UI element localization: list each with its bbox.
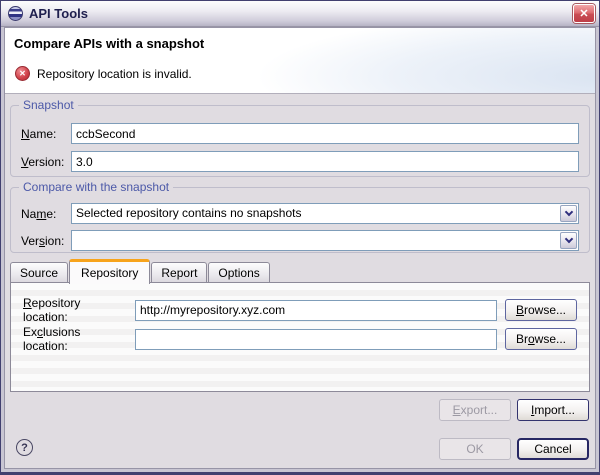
help-icon[interactable]: ? xyxy=(16,439,33,456)
close-icon[interactable]: ✕ xyxy=(573,4,595,23)
ok-button: OK xyxy=(439,438,511,460)
compare-version-value xyxy=(72,231,559,250)
export-button: Export... xyxy=(439,399,511,421)
titlebar: API Tools ✕ xyxy=(1,1,599,27)
exclusions-location-row: Exclusions location: Browse... xyxy=(23,325,577,353)
window-title: API Tools xyxy=(29,6,88,21)
browse-exclusions-button[interactable]: Browse... xyxy=(504,328,577,350)
snapshot-name-input[interactable] xyxy=(71,123,579,144)
tab-options[interactable]: Options xyxy=(208,262,270,283)
dialog-body: Compare APIs with a snapshot ✕ Repositor… xyxy=(4,27,596,469)
tab-repository[interactable]: Repository xyxy=(69,259,151,284)
tab-source[interactable]: Source xyxy=(10,262,69,283)
chevron-down-icon xyxy=(564,207,573,217)
compare-name-value: Selected repository contains no snapshot… xyxy=(76,206,302,220)
compare-version-dropdown-button[interactable] xyxy=(560,232,577,249)
error-message-row: ✕ Repository location is invalid. xyxy=(15,66,192,81)
snapshot-name-row: Name: xyxy=(21,123,579,144)
repository-location-label: Repository location: xyxy=(23,296,81,324)
chevron-down-icon xyxy=(564,234,573,244)
compare-name-dropdown-button[interactable] xyxy=(560,205,577,222)
tab-bar: Source Repository Report Options xyxy=(10,258,270,284)
compare-name-combobox[interactable]: Selected repository contains no snapshot… xyxy=(71,203,579,224)
snapshot-group-title: Snapshot xyxy=(19,98,78,112)
page-title: Compare APIs with a snapshot xyxy=(14,36,205,51)
exclusions-location-label: Exclusions location: xyxy=(23,325,81,353)
repository-location-row: Repository location: Browse... xyxy=(23,296,577,324)
compare-version-label: Version: xyxy=(21,233,65,248)
browse-repository-button[interactable]: Browse... xyxy=(504,299,577,321)
compare-name-row: Name: Selected repository contains no sn… xyxy=(21,203,579,224)
exclusions-location-input[interactable] xyxy=(135,328,497,350)
snapshot-version-label: Version: xyxy=(21,154,65,169)
error-icon: ✕ xyxy=(15,66,30,81)
header-banner: Compare APIs with a snapshot ✕ Repositor… xyxy=(5,28,595,94)
snapshot-group: Snapshot Name: Version: xyxy=(10,98,590,177)
repository-location-input[interactable] xyxy=(135,299,497,321)
snapshot-version-row: Version: xyxy=(21,151,579,172)
snapshot-name-label: Name: xyxy=(21,126,57,141)
import-button[interactable]: Import... xyxy=(517,399,589,421)
compare-group: Compare with the snapshot Name: Selected… xyxy=(10,180,590,253)
compare-version-combobox[interactable] xyxy=(71,230,579,251)
ok-cancel-row: OK Cancel xyxy=(439,438,589,460)
compare-group-title: Compare with the snapshot xyxy=(19,180,174,194)
export-import-row: Export... Import... xyxy=(439,399,589,421)
tab-report[interactable]: Report xyxy=(151,262,208,283)
snapshot-version-input[interactable] xyxy=(71,151,579,172)
repository-tab-panel: Repository location: Browse... Exclusion… xyxy=(10,282,590,392)
compare-version-row: Version: xyxy=(21,230,579,251)
cancel-button[interactable]: Cancel xyxy=(517,438,589,460)
error-message: Repository location is invalid. xyxy=(37,66,192,81)
compare-name-label: Name: xyxy=(21,206,57,221)
eclipse-app-icon xyxy=(8,6,23,21)
api-tools-dialog: API Tools ✕ Compare APIs with a snapshot… xyxy=(0,0,600,475)
